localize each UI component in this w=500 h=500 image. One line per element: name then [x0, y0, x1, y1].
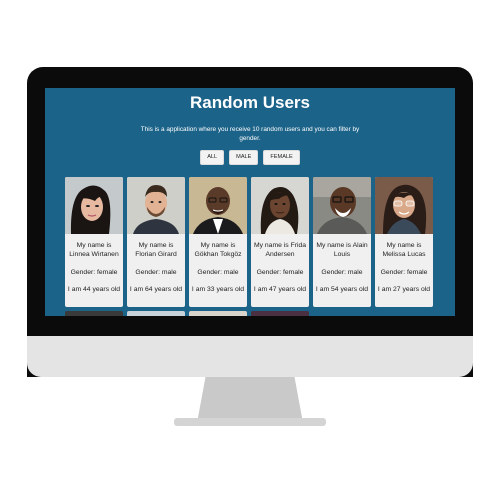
male-avatar-icon: [313, 177, 371, 234]
user-card: My name is Frida Andersen Gender: female…: [251, 177, 309, 307]
user-card-partial: [65, 311, 123, 316]
user-card-list: My name is Linnea Wirtanen Gender: femal…: [65, 177, 437, 307]
user-name: My name is Florian Girard: [135, 242, 177, 258]
user-card: My name is Melissa Lucas Gender: female …: [375, 177, 433, 307]
female-avatar-icon: [375, 177, 433, 234]
user-age: I am 44 years old: [67, 286, 121, 293]
user-card-partial: [189, 311, 247, 316]
monitor-chin: [27, 336, 473, 377]
user-card: My name is Alain Louis Gender: male I am…: [313, 177, 371, 307]
monitor-stand-base: [174, 418, 326, 426]
user-gender: Gender: female: [70, 269, 118, 276]
user-gender: Gender: male: [321, 269, 363, 276]
user-card-partial: [251, 311, 309, 316]
user-age: I am 54 years old: [315, 286, 369, 293]
user-gender: Gender: female: [380, 269, 428, 276]
female-avatar-icon: [251, 177, 309, 234]
user-age: I am 47 years old: [253, 286, 307, 293]
user-name: My name is Linnea Wirtanen: [69, 242, 119, 258]
user-card: My name is Linnea Wirtanen Gender: femal…: [65, 177, 123, 307]
male-avatar-icon: [189, 177, 247, 234]
user-name: My name is Melissa Lucas: [382, 242, 426, 258]
user-age: I am 33 years old: [191, 286, 245, 293]
gender-filter-group: ALL MALE FEMALE: [45, 150, 455, 165]
page-title: Random Users: [190, 93, 310, 112]
female-avatar-icon: [65, 177, 123, 234]
user-name: My name is Frida Andersen: [253, 242, 307, 258]
user-name: My name is Alain Louis: [316, 242, 368, 258]
user-name: My name is Gökhan Tokgöz: [194, 242, 242, 258]
app-screen: Random Users This is a application where…: [45, 88, 455, 316]
user-age: I am 27 years old: [377, 286, 431, 293]
user-gender: Gender: female: [256, 269, 304, 276]
page-subtitle: This is a application where you receive …: [140, 126, 360, 142]
user-card: My name is Gökhan Tokgöz Gender: male I …: [189, 177, 247, 307]
user-card: My name is Florian Girard Gender: male I…: [127, 177, 185, 307]
filter-male-button[interactable]: MALE: [229, 150, 259, 165]
user-gender: Gender: male: [135, 269, 177, 276]
monitor-stand: [197, 377, 303, 423]
filter-all-button[interactable]: ALL: [200, 150, 225, 165]
user-card-partial: [127, 311, 185, 316]
user-age: I am 64 years old: [129, 286, 183, 293]
user-gender: Gender: male: [197, 269, 239, 276]
male-avatar-icon: [127, 177, 185, 234]
filter-female-button[interactable]: FEMALE: [263, 150, 300, 165]
